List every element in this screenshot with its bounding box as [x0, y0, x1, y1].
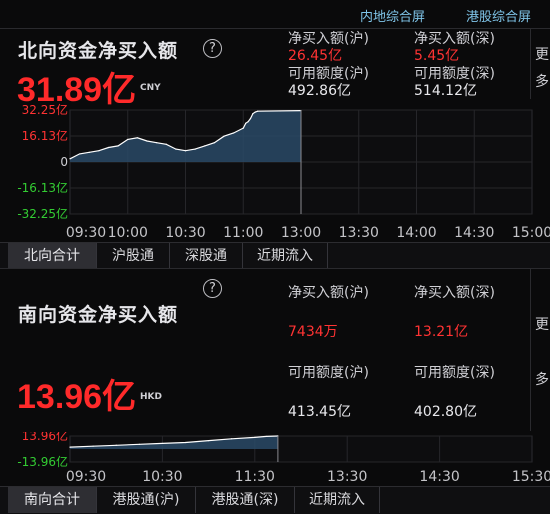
north-tab-bar: 北向合计 沪股通 深股通 近期流入: [0, 242, 550, 269]
south-sz-quota-value: 402.80亿: [414, 404, 477, 420]
tab-sh-connect[interactable]: 沪股通: [97, 243, 170, 269]
south-data-point: [92, 445, 94, 447]
north-data-point: [254, 111, 256, 113]
south-x-tick-label: 11:30: [235, 469, 275, 485]
north-data-point: [79, 153, 81, 155]
north-data-point: [223, 135, 225, 137]
south-data-point: [231, 438, 233, 440]
north-data-point: [245, 122, 247, 124]
north-x-tick-label: 13:00: [281, 225, 321, 241]
north-x-tick-label: 13:30: [339, 225, 379, 241]
south-x-tick-label: 09:30: [66, 469, 106, 485]
north-data-point: [204, 145, 206, 147]
north-help-icon[interactable]: ?: [203, 39, 222, 58]
north-data-point: [242, 127, 244, 129]
south-section-title: 南向资金净买入额: [18, 304, 179, 326]
north-data-point: [184, 150, 187, 152]
north-sh-quota-value: 492.86亿: [288, 83, 351, 99]
north-data-point: [156, 142, 158, 144]
tab-hk-connect-sz[interactable]: 港股通(深): [196, 487, 295, 513]
north-x-tick-label: 10:30: [165, 225, 205, 241]
north-x-tick-label: 14:00: [396, 225, 436, 241]
north-data-point: [107, 146, 110, 149]
south-y-tick-label: -13.96亿: [17, 454, 68, 469]
north-data-point: [249, 117, 252, 120]
north-data-point: [69, 158, 71, 160]
north-data-point: [146, 140, 148, 142]
south-data-point: [115, 444, 117, 446]
section-divider: [0, 268, 550, 269]
north-data-point: [194, 148, 196, 150]
south-x-tick-label: 10:30: [142, 469, 182, 485]
north-more-button-top[interactable]: 更: [535, 44, 549, 64]
tab-south-total[interactable]: 南向合计: [8, 487, 97, 513]
south-tab-bar: 南向合计 港股通(沪) 港股通(深) 近期流入: [0, 486, 550, 514]
tab-north-total[interactable]: 北向合计: [8, 243, 97, 269]
south-data-point: [184, 441, 187, 444]
north-x-tick-label: 15:00: [512, 225, 550, 241]
north-data-point: [175, 148, 177, 150]
north-data-point: [247, 121, 249, 123]
south-sh-label: 净买入额(沪): [288, 285, 369, 301]
north-data-point: [136, 137, 138, 139]
north-data-point: [88, 151, 90, 153]
north-x-tick-label: 11:00: [223, 225, 263, 241]
tab-north-recent-inflow[interactable]: 近期流入: [243, 243, 328, 269]
north-more-button-bottom[interactable]: 多: [535, 71, 549, 91]
south-sz-value: 13.21亿: [414, 324, 469, 340]
north-data-point: [257, 110, 259, 112]
south-sh-quota-value: 413.45亿: [288, 404, 351, 420]
south-sz-quota-label: 可用额度(深): [414, 365, 495, 381]
north-currency: CNY: [140, 83, 161, 93]
north-section-title: 北向资金净买入额: [18, 40, 179, 62]
north-flow-chart: 32.25亿 16.13亿 0 -16.13亿 -32.25亿 09:30 10:00 10:…: [17, 102, 550, 241]
south-more-button-top[interactable]: 更: [535, 314, 549, 334]
north-x-tick-label: 14:30: [454, 225, 494, 241]
hk-screen-link[interactable]: 港股综合屏: [466, 6, 531, 25]
north-sz-quota-value: 514.12亿: [414, 83, 477, 99]
north-x-tick-label: 09:30: [66, 225, 106, 241]
north-y-tick-label: 16.13亿: [22, 128, 68, 143]
north-x-tick-label: 10:00: [108, 225, 148, 241]
tab-sz-connect[interactable]: 深股通: [170, 243, 243, 269]
north-sh-value: 26.45亿: [288, 48, 343, 64]
south-data-point: [161, 442, 163, 445]
north-data-point: [233, 132, 235, 134]
south-side-panel: [530, 269, 550, 431]
north-data-point: [213, 142, 215, 144]
south-help-icon[interactable]: ?: [203, 279, 222, 298]
north-y-tick-label: -16.13亿: [17, 180, 68, 195]
top-bar: 内地综合屏 港股综合屏: [0, 0, 550, 29]
tab-hk-connect-sh[interactable]: 港股通(沪): [97, 487, 196, 513]
south-data-point: [265, 435, 267, 438]
south-currency: HKD: [140, 392, 162, 402]
north-data-point: [127, 138, 129, 141]
south-data-point: [138, 443, 140, 445]
south-data-point: [254, 436, 256, 438]
south-data-point: [69, 446, 71, 448]
south-sh-quota-label: 可用额度(沪): [288, 365, 369, 381]
south-sh-value: 7434万: [288, 324, 338, 340]
south-total-value: 13.96亿: [17, 378, 137, 416]
north-data-point: [252, 113, 254, 115]
south-x-tick-label: 14:30: [419, 469, 459, 485]
north-data-point: [98, 150, 100, 152]
south-sz-label: 净买入额(深): [414, 285, 495, 301]
south-data-point: [208, 440, 210, 442]
mainland-screen-link[interactable]: 内地综合屏: [360, 6, 425, 25]
north-data-point: [165, 143, 167, 145]
north-data-point: [117, 145, 119, 147]
south-flow-chart: 13.96亿 -13.96亿09:30 10:30 11:30 13:30 14:30 15…: [17, 432, 550, 485]
north-sz-value: 5.45亿: [414, 48, 460, 64]
tab-south-recent-inflow[interactable]: 近期流入: [295, 487, 380, 513]
north-y-tick-label: 0: [60, 155, 68, 169]
south-y-tick-label: 13.96亿: [22, 432, 68, 443]
north-y-tick-label: 32.25亿: [22, 102, 68, 117]
south-more-button-bottom[interactable]: 多: [535, 369, 549, 389]
north-y-tick-label: -32.25亿: [17, 206, 68, 221]
south-x-tick-label: 15:30: [512, 469, 550, 485]
south-x-tick-label: 13:30: [327, 469, 367, 485]
